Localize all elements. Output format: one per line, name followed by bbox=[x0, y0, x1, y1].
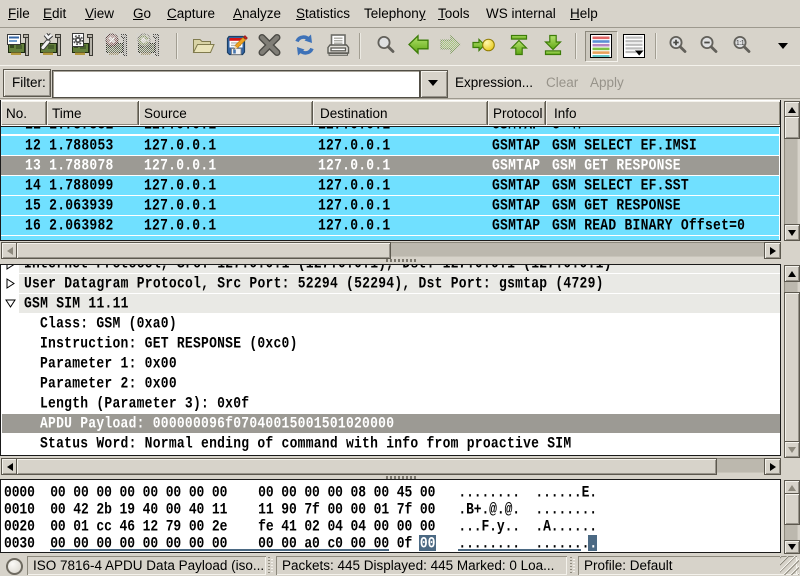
svg-text:1:1: 1:1 bbox=[736, 40, 745, 47]
